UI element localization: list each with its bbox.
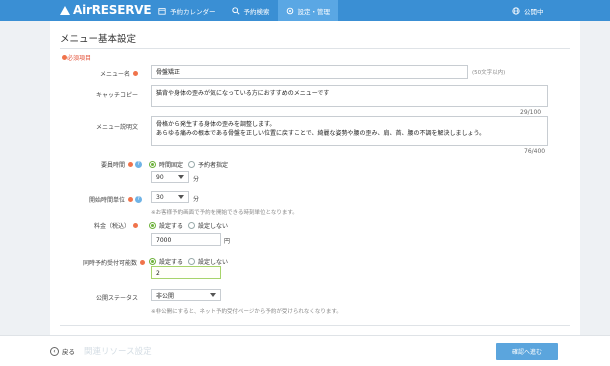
description-label: メニュー説明文: [60, 121, 138, 131]
price-input[interactable]: 7000: [151, 233, 221, 246]
logo[interactable]: AirRESERVE: [60, 3, 152, 17]
globe-icon: [512, 6, 520, 15]
required-dot-icon: [133, 222, 138, 228]
confirm-button[interactable]: 確認へ進む: [496, 343, 558, 360]
concurrent-option-none: 設定しない: [198, 259, 229, 266]
description-label-text: メニュー説明文: [95, 123, 138, 131]
title-divider: [60, 48, 570, 49]
price-label: 料金（税込）: [60, 220, 138, 230]
public-status-label: 公開中: [524, 7, 544, 16]
duration-unit: 分: [193, 176, 200, 183]
nav-settings-label: 設定・管理: [297, 7, 331, 16]
concurrent-label-text: 同時予約受付可能数: [82, 259, 137, 267]
app-header: AirRESERVE 予約カレンダー 予約検索 設定・管理 公開中: [0, 0, 610, 21]
menu-name-input[interactable]: 骨盤矯正: [151, 65, 468, 79]
interval-label-text: 開始時間単位: [88, 196, 125, 204]
nav-search-label: 予約検索: [243, 7, 270, 16]
calendar-icon: [158, 7, 166, 15]
status-hint: ※非公開にすると、ネット予約受付ページから予約が受けられなくなります。: [151, 309, 342, 315]
catch-copy-count: 29/100: [520, 109, 542, 116]
status-value: 非公開: [156, 292, 175, 300]
radio-on-icon: [149, 222, 156, 229]
interval-select[interactable]: 30: [151, 191, 189, 203]
radio-off-icon: [188, 258, 195, 265]
chevron-down-icon: [178, 175, 184, 179]
price-radio-set[interactable]: 設定する: [149, 221, 183, 230]
required-dot-icon: [140, 259, 145, 265]
chevron-down-icon: [210, 293, 216, 297]
required-note: 必須項目: [62, 53, 91, 62]
catch-copy-textarea[interactable]: 猫背や身体の歪みが気になっている方におすすめのメニューです: [151, 85, 548, 107]
chevron-down-icon: [178, 195, 184, 199]
price-unit: 円: [224, 238, 231, 245]
menu-name-label: メニュー名: [60, 68, 138, 78]
duration-select[interactable]: 90: [151, 171, 189, 183]
next-section-label: 関連リソース設定: [84, 347, 152, 357]
public-status[interactable]: 公開中: [512, 0, 544, 21]
help-icon[interactable]: ?: [135, 195, 142, 203]
duration-option-custom: 予約者指定: [198, 162, 229, 169]
description-count: 76/400: [524, 148, 546, 155]
required-note-label: 必須項目: [67, 55, 92, 62]
logo-text: AirRESERVE: [73, 3, 152, 17]
footer-bar: ‹ 戻る 関連リソース設定 確認へ進む: [0, 335, 610, 366]
concurrent-radio-set[interactable]: 設定する: [149, 257, 183, 266]
radio-off-icon: [188, 222, 195, 229]
duration-option-fixed: 時間固定: [159, 162, 184, 169]
logo-mark-icon: [60, 5, 70, 15]
radio-on-icon: [149, 161, 156, 168]
concurrent-input[interactable]: 2: [151, 266, 221, 279]
bottom-divider: [60, 325, 570, 326]
description-textarea[interactable]: 骨格から発生する身体の歪みを調整します。 あらゆる痛みの根本である骨盤を正しい位…: [151, 116, 548, 146]
catch-copy-label-text: キャッチコピー: [95, 91, 138, 99]
catch-copy-label: キャッチコピー: [60, 89, 138, 99]
concurrent-option-set: 設定する: [159, 259, 184, 266]
duration-label: 要員時間?: [60, 159, 142, 169]
radio-on-icon: [149, 258, 156, 265]
price-radio-none[interactable]: 設定しない: [188, 221, 228, 230]
concurrent-radio-none[interactable]: 設定しない: [188, 257, 228, 266]
menu-name-label-text: メニュー名: [99, 70, 130, 78]
required-dot-icon: [133, 70, 138, 76]
nav-search[interactable]: 予約検索: [224, 0, 278, 21]
page-title: メニュー基本設定: [60, 34, 137, 45]
search-icon: [231, 6, 240, 15]
chevron-left-icon: ‹: [50, 346, 59, 356]
nav-calendar[interactable]: 予約カレンダー: [150, 0, 224, 21]
nav-calendar-label: 予約カレンダー: [170, 7, 216, 16]
duration-radio-fixed[interactable]: 時間固定: [149, 160, 183, 169]
interval-value: 30: [156, 193, 164, 201]
duration-value: 90: [156, 173, 164, 181]
interval-hint: ※お客様予約画面で予約を開始できる時刻単位となります。: [151, 210, 298, 216]
price-option-set: 設定する: [159, 223, 184, 230]
menu-name-hint: (50文字以内): [472, 70, 506, 76]
help-icon[interactable]: ?: [135, 160, 142, 168]
status-select[interactable]: 非公開: [151, 289, 221, 301]
interval-unit: 分: [193, 196, 200, 203]
duration-label-text: 要員時間: [100, 161, 125, 169]
back-label: 戻る: [62, 348, 75, 356]
status-label-text: 公開ステータス: [95, 294, 138, 302]
settings-panel: メニュー基本設定 必須項目 メニュー名 骨盤矯正 (50文字以内) キャッチコピ…: [50, 21, 580, 366]
nav-settings[interactable]: 設定・管理: [277, 0, 338, 21]
back-button[interactable]: ‹ 戻る: [50, 346, 75, 356]
duration-radio-custom[interactable]: 予約者指定: [188, 160, 228, 169]
required-dot-icon: [128, 196, 133, 202]
interval-label: 開始時間単位?: [60, 194, 142, 204]
radio-off-icon: [188, 161, 195, 168]
price-option-none: 設定しない: [198, 223, 229, 230]
price-label-text: 料金（税込）: [93, 222, 130, 230]
required-dot-icon: [128, 161, 133, 167]
gear-icon: [286, 7, 293, 14]
concurrent-label: 同時予約受付可能数: [60, 257, 145, 267]
main-nav: 予約カレンダー 予約検索 設定・管理: [150, 0, 338, 21]
status-label: 公開ステータス: [60, 292, 138, 302]
